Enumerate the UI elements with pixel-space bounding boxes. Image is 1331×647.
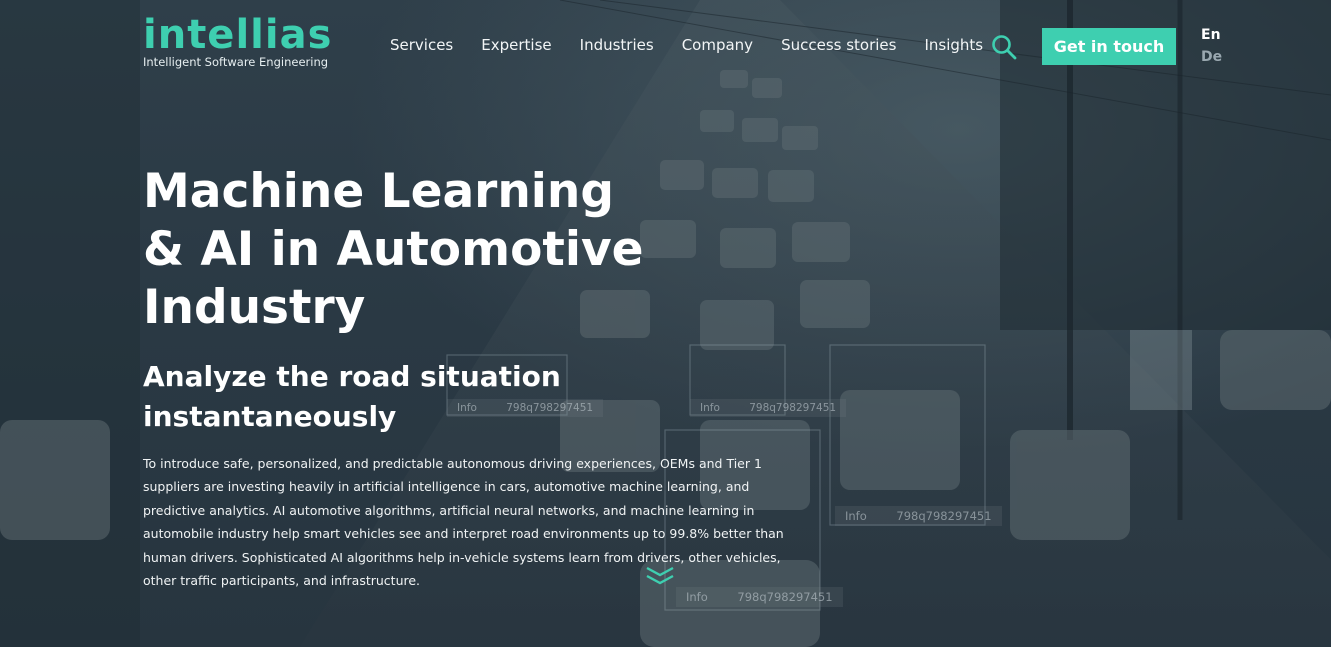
hero-title: Machine Learning & AI in Automotive Indu… (143, 163, 703, 337)
double-chevron-down-icon[interactable] (644, 564, 676, 586)
nav-item-insights[interactable]: Insights (924, 36, 983, 54)
nav-item-success-stories[interactable]: Success stories (781, 36, 896, 54)
logo[interactable]: intellias Intelligent Software Engineeri… (143, 12, 333, 69)
hero-section: Info 798q798297451 Info 798q798297451 In… (0, 0, 1331, 647)
hero-title-line: & AI in Automotive (143, 222, 644, 277)
language-option-de[interactable]: De (1201, 46, 1222, 68)
nav-item-services[interactable]: Services (390, 36, 453, 54)
detection-tag-label: Info (845, 509, 867, 523)
detection-tag-label: Info (700, 402, 720, 414)
nav-item-company[interactable]: Company (682, 36, 753, 54)
hero-subtitle-line: Analyze the road situation (143, 360, 561, 393)
detection-tag-value: 798q798297451 (749, 402, 837, 414)
language-switcher: En De (1201, 24, 1222, 68)
detection-tag: Info 798q798297451 (690, 399, 847, 417)
nav-item-industries[interactable]: Industries (580, 36, 654, 54)
hero-subtitle: Analyze the road situation instantaneous… (143, 357, 613, 437)
hero-title-line: Machine Learning (143, 164, 615, 219)
logo-wordmark: intellias (143, 12, 333, 58)
language-option-en[interactable]: En (1201, 24, 1222, 46)
main-nav: Services Expertise Industries Company Su… (390, 36, 1011, 54)
nav-item-expertise[interactable]: Expertise (481, 36, 551, 54)
hero-description: To introduce safe, personalized, and pre… (143, 456, 784, 589)
get-in-touch-button[interactable]: Get in touch (1042, 28, 1176, 65)
hero-subtitle-line: instantaneously (143, 400, 397, 433)
logo-tagline: Intelligent Software Engineering (143, 55, 329, 69)
hero-title-line: Industry (143, 280, 366, 335)
detection-tag: Info 798q798297451 (835, 506, 1002, 526)
search-icon[interactable] (991, 34, 1017, 60)
detection-tag-value: 798q798297451 (896, 509, 992, 523)
